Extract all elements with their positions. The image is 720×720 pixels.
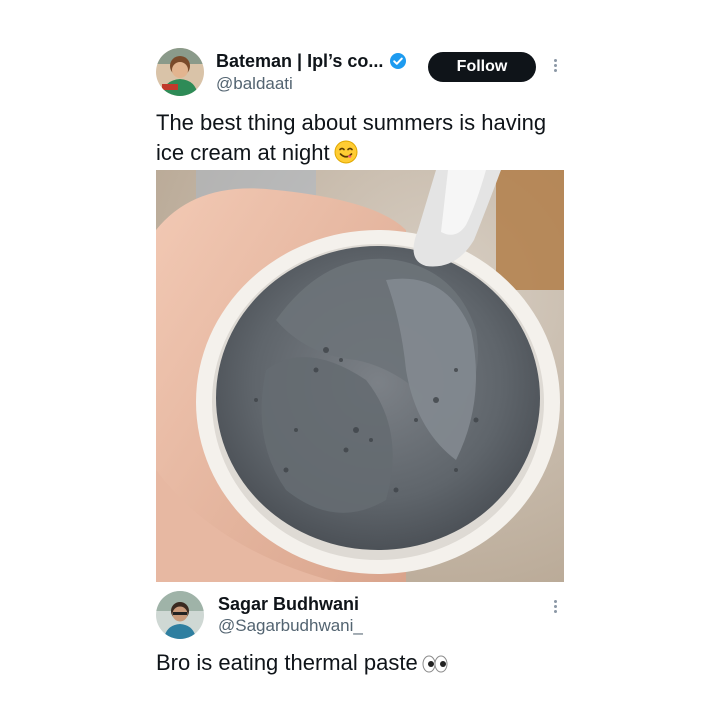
tweet-text-line-2-text: ice cream at night (156, 140, 330, 165)
verified-badge-icon (389, 52, 407, 75)
author-avatar[interactable] (156, 48, 204, 96)
reply-author-name[interactable]: Sagar Budhwani (218, 593, 359, 615)
more-options-icon[interactable] (551, 57, 559, 77)
reply-text-content: Bro is eating thermal paste (156, 650, 418, 675)
tweet-text-line-1: The best thing about summers is having (156, 110, 547, 135)
reply-author-avatar[interactable] (156, 591, 204, 639)
reply-more-options-icon[interactable] (551, 598, 559, 618)
eyes-icon (422, 652, 448, 682)
reply-author-handle[interactable]: @Sagarbudhwani_ (218, 615, 363, 637)
author-name[interactable]: Bateman | Ipl’s co... (216, 50, 407, 75)
author-handle[interactable]: @baldaati (216, 73, 293, 95)
tweet-text-line-2: ice cream at night (156, 138, 576, 172)
ice-cream-cup-photo (156, 170, 564, 582)
tweet-text: The best thing about summers is having i… (156, 108, 576, 172)
author-name-text: Bateman | Ipl’s co... (216, 51, 384, 71)
tweet-image[interactable] (156, 170, 564, 582)
follow-button[interactable]: Follow (428, 52, 536, 82)
reply-text: Bro is eating thermal paste (156, 648, 576, 682)
face-savoring-food-icon (334, 140, 358, 172)
